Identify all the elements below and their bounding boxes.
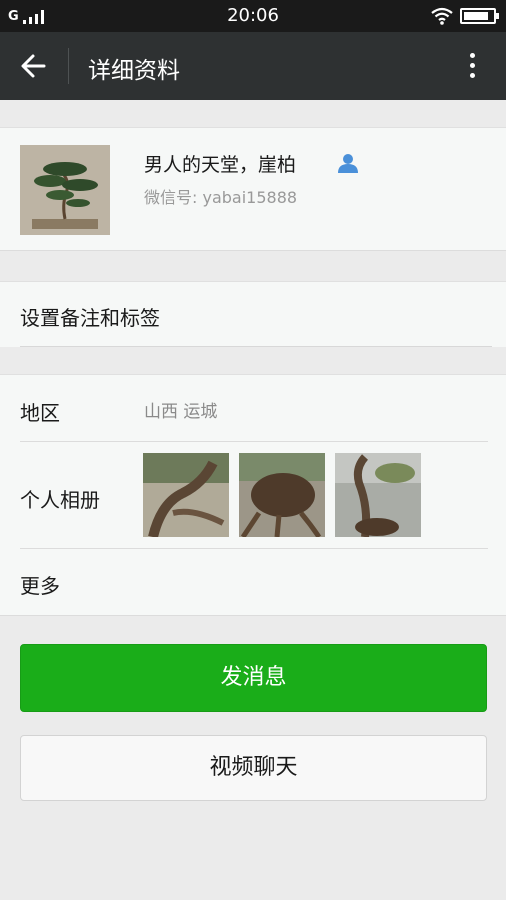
contact-name: 男人的天堂，崖柏 [144, 154, 297, 176]
wifi-icon [431, 7, 453, 25]
user-icon [338, 154, 358, 173]
region-value: 山西 运城 [144, 402, 218, 422]
set-remark-row[interactable]: 设置备注和标签 [0, 281, 506, 347]
album-thumbnail[interactable] [143, 453, 229, 537]
battery-level [464, 12, 488, 20]
album-thumbnail[interactable] [335, 453, 421, 537]
avatar[interactable] [20, 145, 110, 235]
profile-card[interactable]: 男人的天堂，崖柏 微信号: yabai15888 [0, 127, 506, 251]
more-row[interactable]: 更多 [20, 570, 60, 599]
region-label: 地区 [20, 401, 60, 425]
info-section: 地区 山西 运城 个人相册 更多 [0, 374, 506, 616]
status-bar: G 20:06 [0, 0, 506, 32]
row-divider [20, 548, 488, 549]
page-title: 详细资料 [88, 58, 180, 84]
video-chat-button[interactable]: 视频聊天 [20, 735, 487, 801]
album-label: 个人相册 [20, 488, 100, 512]
set-remark-label: 设置备注和标签 [20, 306, 160, 330]
top-bar: 详细资料 [0, 32, 506, 100]
row-divider [20, 441, 488, 442]
bonsai-avatar-image [20, 145, 110, 235]
wechat-id: 微信号: yabai15888 [144, 188, 298, 207]
row-divider [20, 346, 492, 347]
send-message-button[interactable]: 发消息 [20, 644, 487, 712]
header-divider [68, 48, 69, 84]
battery-icon [460, 8, 499, 24]
more-vertical-icon[interactable] [456, 50, 488, 84]
arrow-left-icon[interactable] [14, 48, 54, 84]
album-thumbnail[interactable] [239, 453, 325, 537]
